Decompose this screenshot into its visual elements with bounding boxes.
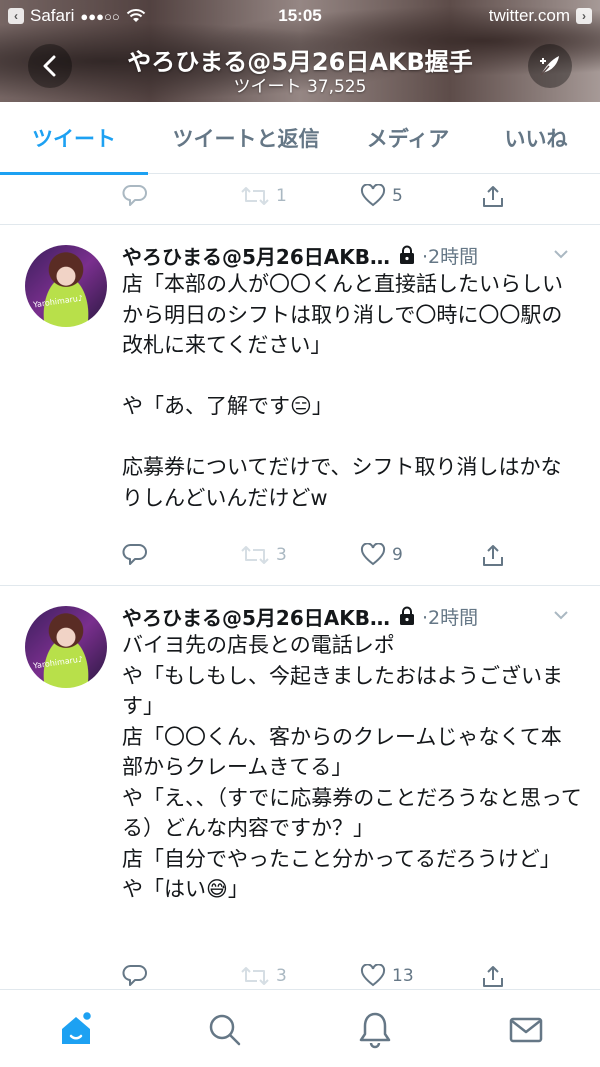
avatar[interactable]: Yarohimaru♪ [25,606,107,688]
forward-icon[interactable]: › [576,8,592,24]
tab-label: ツイート [32,127,116,151]
chevron-down-icon[interactable] [552,245,570,263]
like-count: 5 [392,186,403,206]
nav-search[interactable] [205,1010,245,1050]
reply-icon [122,965,147,986]
tab-label: メディア [366,127,450,151]
nav-messages[interactable] [506,1010,546,1050]
tab-label: ツイートと返信 [172,127,320,151]
messages-icon [509,1017,543,1043]
like-button[interactable]: 13 [360,964,414,988]
tweet-time[interactable]: ·2時間 [422,603,478,630]
like-count: 9 [392,545,403,565]
nav-home[interactable] [56,1010,96,1050]
share-icon [483,966,503,987]
tweet-time[interactable]: ·2時間 [422,242,478,269]
retweet-count: 3 [276,545,287,565]
profile-tabs: ツイート ツイートと返信 メディア いいね [0,102,600,175]
chevron-down-icon[interactable] [552,606,570,624]
share-button[interactable] [480,964,506,990]
reply-icon [122,185,147,206]
compose-feather-icon [540,56,559,76]
bottom-tab-bar [0,989,600,1067]
tweet-item[interactable]: Yarohimaru♪ やろひまる@5月26日AKB… ·2時間 店「本部の人が… [0,225,600,585]
notifications-icon [359,1012,391,1049]
tweet-header: やろひまる@5月26日AKB… ·2時間 [122,241,570,269]
like-button[interactable]: 5 [360,184,403,208]
tab-media[interactable]: メディア [344,102,472,174]
url-label: twitter.com [488,6,570,25]
retweet-button[interactable]: 3 [240,543,287,567]
share-button[interactable] [480,543,506,569]
retweet-button[interactable]: 1 [240,184,287,208]
share-icon [483,545,503,566]
reply-button[interactable] [122,543,148,567]
reply-icon [122,544,147,565]
tweet-header: やろひまる@5月26日AKB… ·2時間 [122,602,570,630]
heart-icon [360,543,386,566]
reply-button[interactable] [122,184,148,208]
tab-tweets-and-replies[interactable]: ツイートと返信 [148,102,344,174]
author-name[interactable]: やろひまる@5月26日AKB… [122,241,390,270]
heart-icon [360,184,386,207]
avatar-caption: Yarohimaru♪ [32,654,84,671]
retweet-button[interactable]: 3 [240,964,287,988]
retweet-icon [241,546,269,564]
compose-tweet-button[interactable] [528,44,572,88]
retweet-count: 1 [276,186,287,206]
tab-likes[interactable]: いいね [472,102,600,174]
retweet-icon [241,967,269,985]
tab-tweets[interactable]: ツイート [0,102,148,175]
search-icon [209,1014,241,1046]
tweet-count: ツイート 37,525 [233,77,367,97]
home-icon [62,1010,93,1044]
lock-icon [399,245,414,264]
retweet-icon [241,187,269,205]
retweet-count: 3 [276,966,287,986]
tweet-text: バイヨ先の店長との電話レポ や「もしもし、今起きましたおはようございます」 店「… [122,633,582,901]
lock-icon [399,606,414,625]
author-name[interactable]: やろひまる@5月26日AKB… [122,602,390,631]
share-icon [483,186,503,207]
tab-label: いいね [504,127,568,151]
profile-header: ‹ Safari ●●●○○ 15:05 twitter.com › やろひまる… [0,0,600,102]
avatar[interactable]: Yarohimaru♪ [25,245,107,327]
reply-button[interactable] [122,964,148,988]
share-button[interactable] [480,184,506,210]
tweet-actions: 3 9 [0,537,600,577]
status-bar: ‹ Safari ●●●○○ 15:05 twitter.com › [0,0,600,34]
avatar-caption: Yarohimaru♪ [32,293,84,310]
previous-tweet-actions: 1 5 [0,174,600,224]
heart-icon [360,964,386,987]
like-button[interactable]: 9 [360,543,403,567]
like-count: 13 [392,966,414,986]
nav-notifications[interactable] [355,1010,395,1050]
tweet-text: 店「本部の人が〇〇くんと直接話したいらしいから明日のシフトは取り消しで〇時に〇〇… [122,272,563,510]
tweet-item[interactable]: Yarohimaru♪ やろひまる@5月26日AKB… ·2時間 バイヨ先の店長… [0,586,600,989]
